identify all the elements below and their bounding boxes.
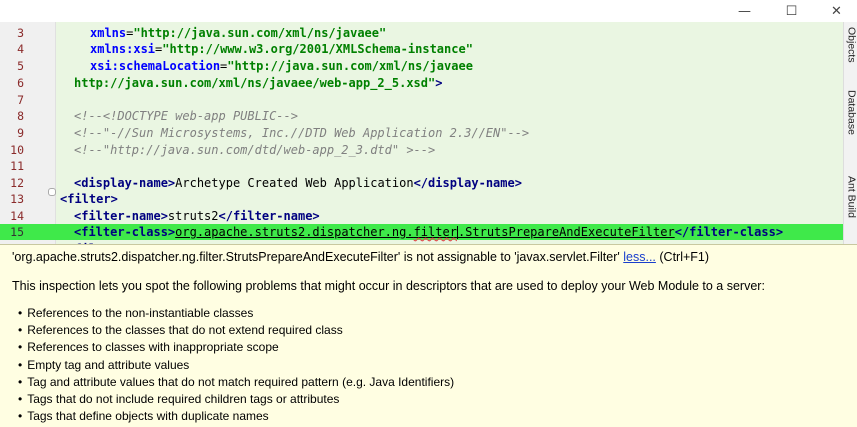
tab-objects[interactable]: Objects xyxy=(845,22,857,67)
problem-list-item: Tags that define objects with duplicate … xyxy=(18,408,454,425)
tab-objects-label: Objects xyxy=(846,27,857,63)
maximize-button[interactable]: ☐ xyxy=(769,0,814,22)
line-content[interactable]: <!--<!DOCTYPE web-app PUBLIC--> xyxy=(74,108,298,124)
close-button[interactable]: ✕ xyxy=(814,0,857,22)
line-number: 7 xyxy=(0,92,24,108)
line-content[interactable]: <!--"-//Sun Microsystems, Inc.//DTD Web … xyxy=(74,125,529,141)
line-number: 12 xyxy=(0,175,24,191)
line-number: 9 xyxy=(0,125,24,141)
line-content[interactable]: <filter-name>struts2</filter-name> xyxy=(74,208,320,224)
less-link[interactable]: less... xyxy=(623,250,656,264)
line-content[interactable]: xmlns="http://java.sun.com/xml/ns/javaee… xyxy=(90,25,386,41)
problem-list-item: Tag and attribute values that do not mat… xyxy=(18,374,454,391)
problem-list: References to the non-instantiable class… xyxy=(18,305,454,425)
minimize-button[interactable]: — xyxy=(722,0,767,22)
line-number: 10 xyxy=(0,142,24,158)
code-line[interactable]: 13 <filter> xyxy=(0,191,843,207)
problem-list-item: Tags that do not include required childr… xyxy=(18,391,454,408)
inspection-description: This inspection lets you spot the follow… xyxy=(12,279,765,293)
shortcut-hint: (Ctrl+F1) xyxy=(659,250,709,264)
tab-database[interactable]: Database xyxy=(845,77,857,147)
code-line[interactable]: 7 xyxy=(0,92,843,108)
line-number: 13 xyxy=(0,191,24,207)
line-content[interactable]: <display-name>Archetype Created Web Appl… xyxy=(74,175,522,191)
tab-ant-build[interactable]: Ant Build xyxy=(845,162,857,232)
code-line[interactable]: 11 xyxy=(0,158,843,174)
right-tool-sidebar: Objects Database Ant Build xyxy=(843,22,857,244)
code-line[interactable]: 9 <!--"-//Sun Microsystems, Inc.//DTD Web… xyxy=(0,125,843,141)
line-content[interactable]: http://java.sun.com/xml/ns/javaee/web-ap… xyxy=(74,75,442,91)
code-line[interactable]: 10 <!--"http://java.sun.com/dtd/web-app_2… xyxy=(0,142,843,158)
tab-ant-build-label: Ant Build xyxy=(846,176,857,218)
problem-list-item: References to the non-instantiable class… xyxy=(18,305,454,322)
code-line[interactable]: 12 <display-name>Archetype Created Web Ap… xyxy=(0,175,843,191)
code-line[interactable]: 3 xmlns="http://java.sun.com/xml/ns/javae… xyxy=(0,25,843,41)
line-number: 8 xyxy=(0,108,24,124)
inspection-popup: 'org.apache.struts2.dispatcher.ng.filter… xyxy=(0,244,857,427)
code-line[interactable]: 15 <filter-class>org.apache.struts2.dispa… xyxy=(0,224,843,240)
line-content[interactable]: <filter-class>org.apache.struts2.dispatc… xyxy=(74,224,783,240)
problem-list-item: References to the classes that do not ex… xyxy=(18,322,454,339)
line-number: 3 xyxy=(0,25,24,41)
tab-database-label: Database xyxy=(846,90,857,135)
line-number: 14 xyxy=(0,208,24,224)
window-titlebar: — ☐ ✕ xyxy=(0,0,857,22)
line-number: 4 xyxy=(0,41,24,57)
code-line[interactable]: 4 xmlns:xsi="http://www.w3.org/2001/XMLSc… xyxy=(0,41,843,57)
line-number: 6 xyxy=(0,75,24,91)
line-content[interactable]: xmlns:xsi="http://www.w3.org/2001/XMLSch… xyxy=(90,41,473,57)
line-number: 5 xyxy=(0,58,24,74)
line-content[interactable]: <filter> xyxy=(60,191,118,207)
code-line[interactable]: 14 <filter-name>struts2</filter-name> xyxy=(0,208,843,224)
problem-list-item: Empty tag and attribute values xyxy=(18,357,454,374)
inspection-message: 'org.apache.struts2.dispatcher.ng.filter… xyxy=(12,250,709,264)
code-line[interactable]: 8 <!--<!DOCTYPE web-app PUBLIC--> xyxy=(0,108,843,124)
line-number: 15 xyxy=(0,224,24,240)
error-message: 'org.apache.struts2.dispatcher.ng.filter… xyxy=(12,250,620,264)
line-content[interactable]: <!--"http://java.sun.com/dtd/web-app_2_3… xyxy=(74,142,435,158)
fold-marker-icon[interactable] xyxy=(48,188,56,196)
line-number: 11 xyxy=(0,158,24,174)
problem-list-item: References to classes with inappropriate… xyxy=(18,339,454,356)
code-line[interactable]: 6 http://java.sun.com/xml/ns/javaee/web-a… xyxy=(0,75,843,91)
code-line[interactable]: 5 xsi:schemaLocation="http://java.sun.com… xyxy=(0,58,843,74)
line-content[interactable]: xsi:schemaLocation="http://java.sun.com/… xyxy=(90,58,473,74)
code-editor[interactable]: 3 xmlns="http://java.sun.com/xml/ns/javae… xyxy=(0,22,843,244)
